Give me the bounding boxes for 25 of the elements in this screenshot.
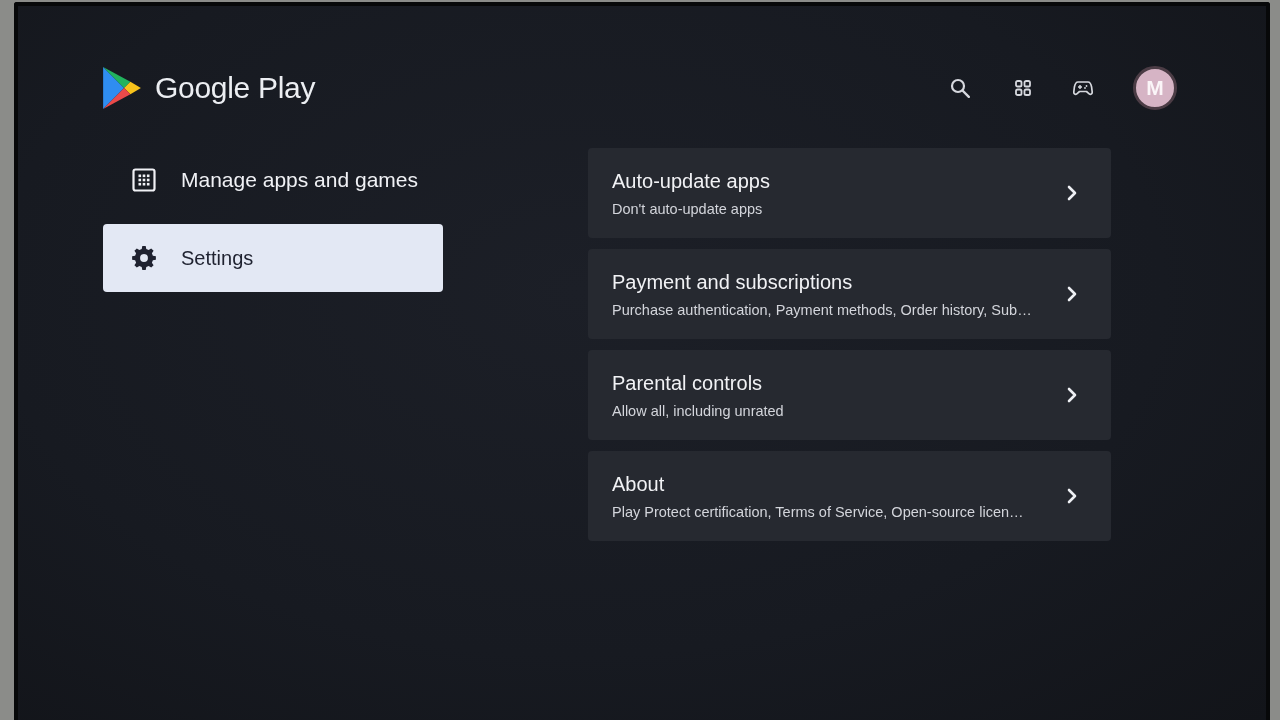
option-summary: Allow all, including unrated [612, 402, 784, 419]
option-title: About [612, 472, 665, 496]
gamepad-icon[interactable] [1073, 80, 1093, 96]
option-summary: Don't auto-update apps [612, 200, 763, 217]
option-title: Auto-update apps [612, 169, 770, 193]
play-logo-icon [103, 67, 141, 109]
chevron-right-icon [1067, 488, 1077, 504]
chevron-right-icon [1067, 387, 1077, 403]
settings-option[interactable]: Auto-update apps Don't auto-update apps [588, 148, 1111, 238]
apps-grid-icon[interactable] [1015, 80, 1031, 96]
settings-icon [132, 246, 156, 270]
option-summary: Purchase authentication, Payment methods, Order history, Sub… [612, 301, 1032, 318]
option-title: Parental controls [612, 371, 763, 395]
sidebar-item[interactable]: Manage apps and games [103, 146, 443, 214]
chevron-right-icon [1067, 286, 1077, 302]
option-summary: Play Protect certification, Terms of Service, Open-source licen… [612, 503, 1024, 520]
settings-option[interactable]: Payment and subscriptions Purchase authentication, Payment methods, Order history, Sub… [588, 249, 1111, 339]
app-title: Google Play [155, 71, 316, 105]
chevron-right-icon [1067, 185, 1077, 201]
settings-option[interactable]: Parental controls Allow all, including unrated [588, 350, 1111, 440]
option-title: Payment and subscriptions [612, 270, 853, 294]
dot-grid-icon [132, 168, 156, 192]
settings-option[interactable]: About Play Protect certification, Terms of Service, Open-source licen… [588, 451, 1111, 541]
sidebar-item[interactable]: Settings [103, 224, 443, 292]
search-icon[interactable] [950, 78, 970, 98]
